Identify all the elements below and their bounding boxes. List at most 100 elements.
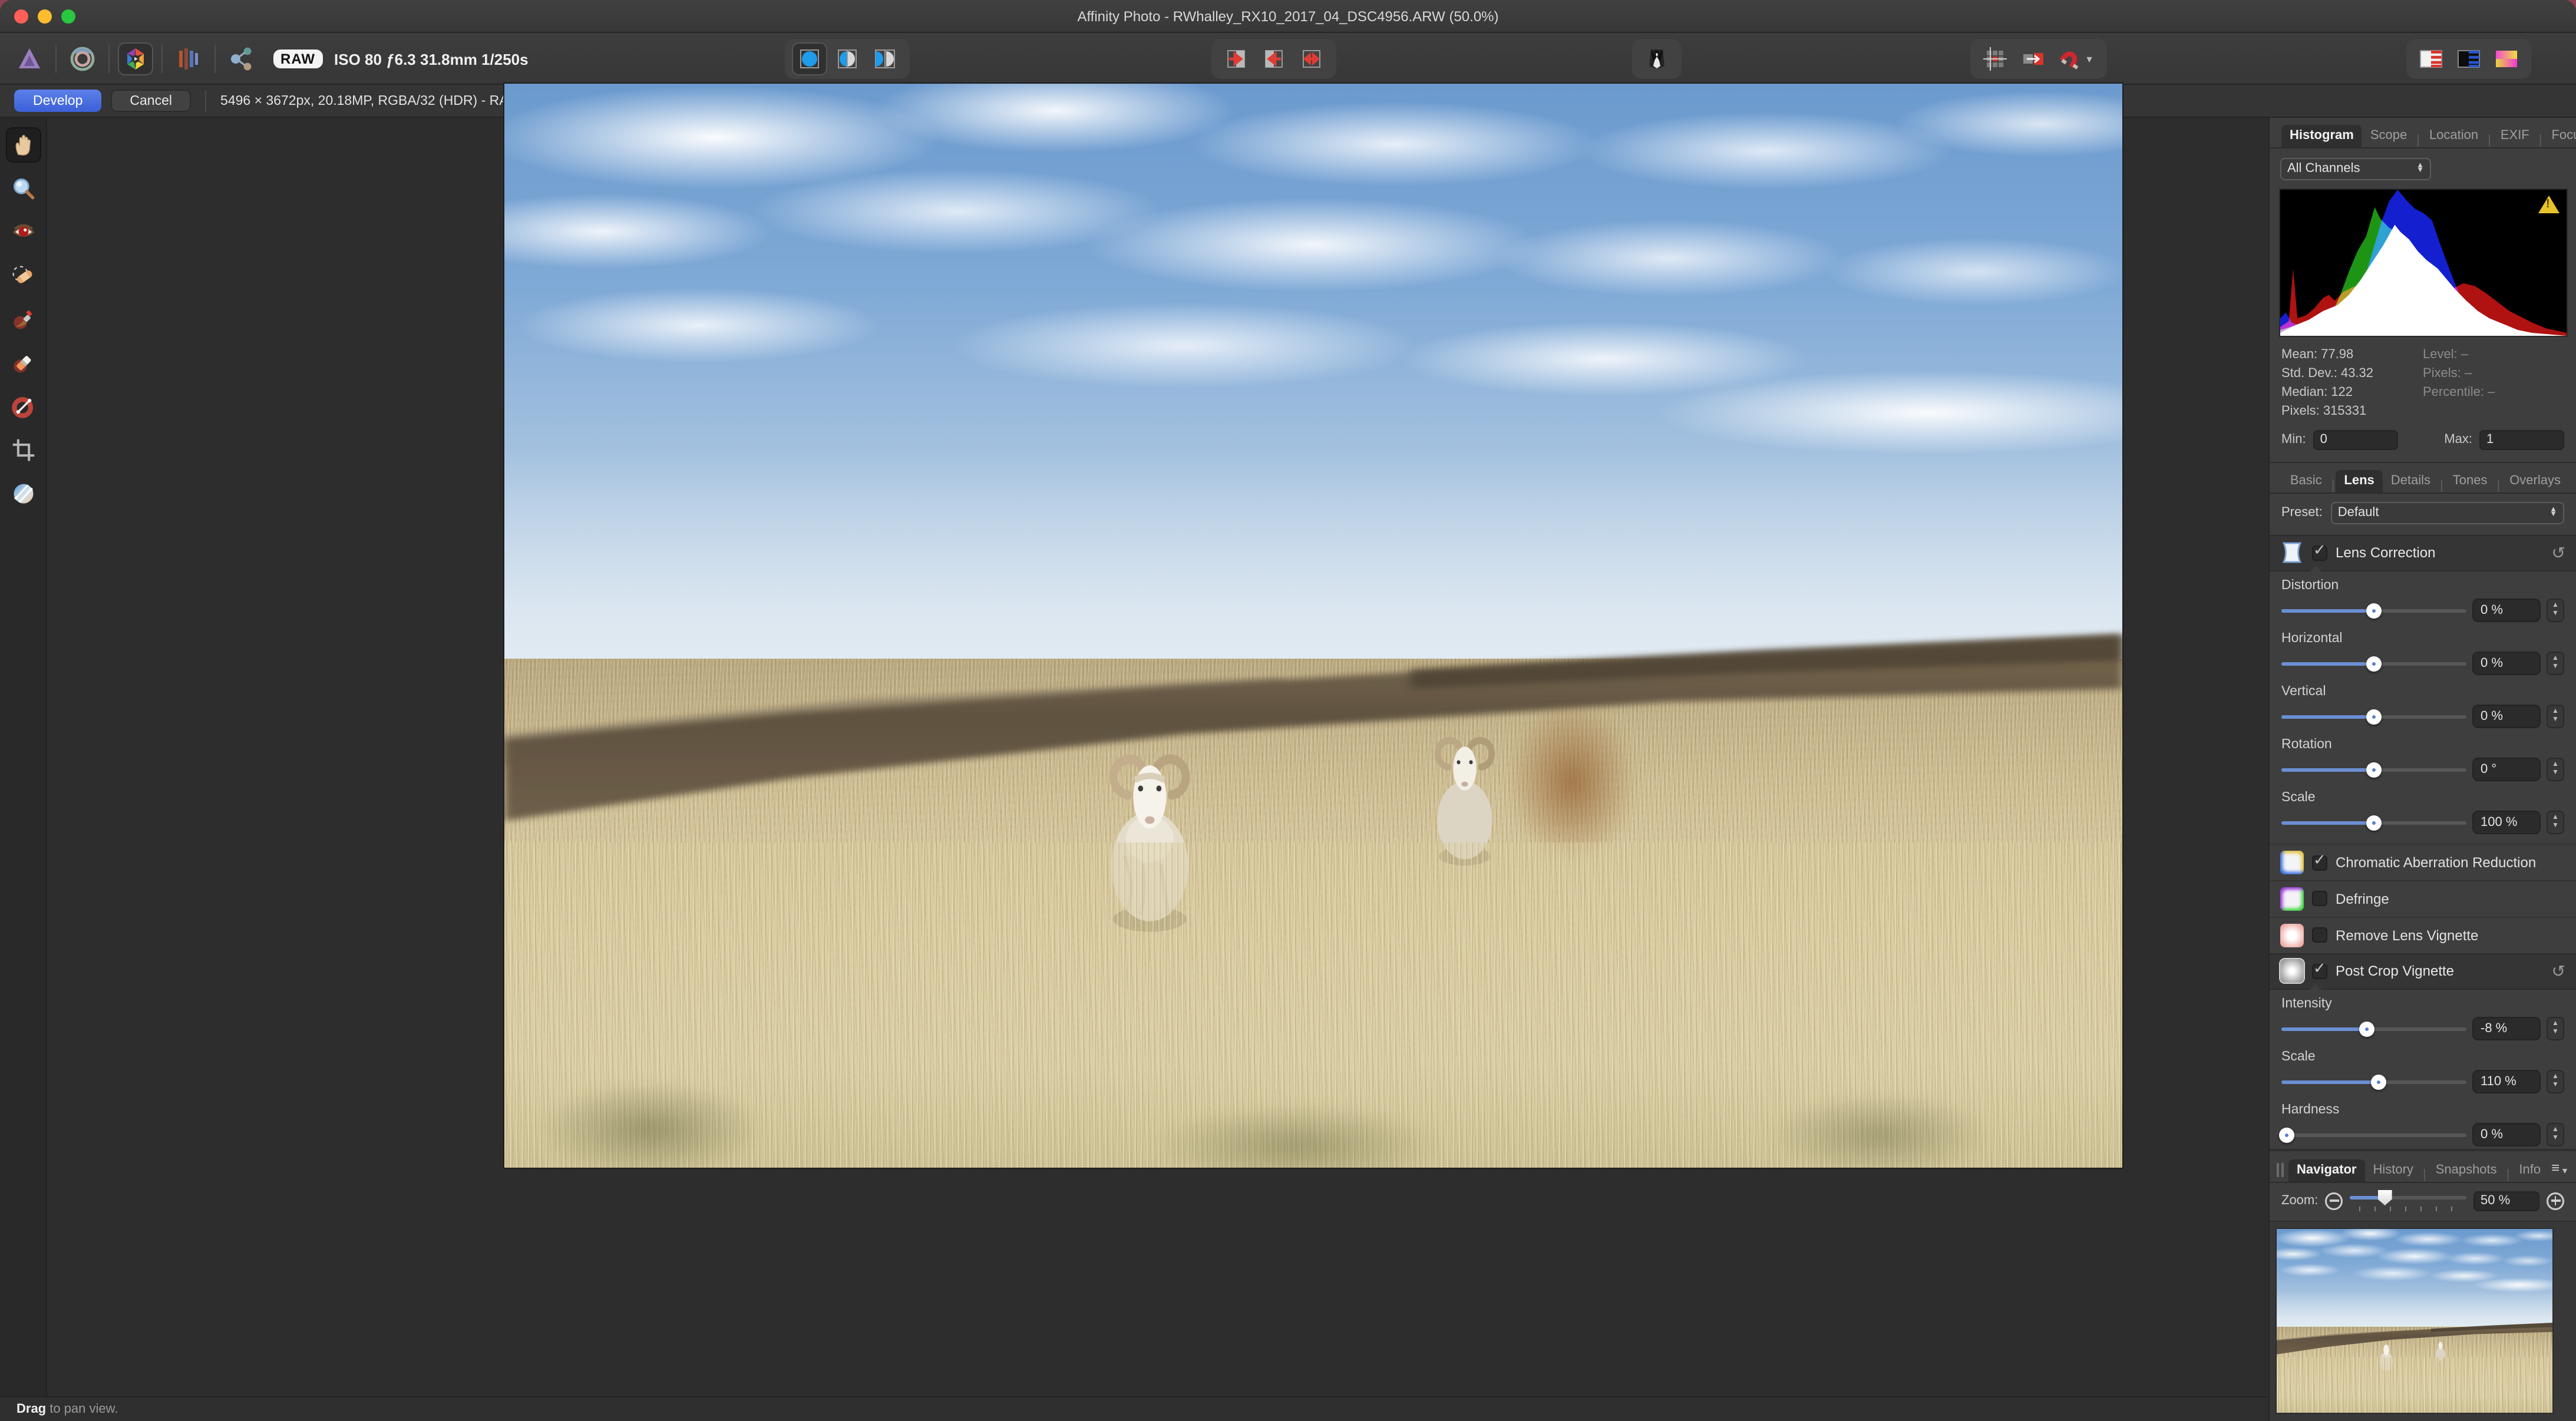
develop-persona-icon[interactable] xyxy=(118,42,153,75)
affinity-photo-logo-icon xyxy=(12,42,47,75)
lens-correction-label: Lens Correction xyxy=(2336,545,2435,561)
tab-tones[interactable]: Tones xyxy=(2445,470,2496,493)
develop-panel-tabs: Basic| Lens Details| Tones| Overlays xyxy=(2270,468,2576,493)
clipped-highlights-icon[interactable] xyxy=(2413,42,2449,75)
tab-details[interactable]: Details xyxy=(2383,470,2439,493)
hardness-value[interactable]: 0 % xyxy=(2472,1123,2541,1146)
intensity-value[interactable]: -8 % xyxy=(2472,1017,2541,1040)
lens-correction-reset-icon[interactable]: ↺ xyxy=(2552,543,2565,563)
min-input[interactable]: 0 xyxy=(2313,429,2398,450)
assistant-icon[interactable] xyxy=(1639,42,1675,75)
intensity-slider[interactable] xyxy=(2281,1017,2466,1040)
scale-value[interactable]: 100 % xyxy=(2472,811,2541,834)
vignette-scale-slider[interactable] xyxy=(2281,1070,2466,1093)
snap-to-pixel-icon[interactable] xyxy=(2015,42,2050,75)
crop-tool-button[interactable] xyxy=(5,432,41,468)
histogram-chart[interactable] xyxy=(2280,189,2567,335)
mean-value: 77.98 xyxy=(2321,347,2353,361)
rotation-value[interactable]: 0 ° xyxy=(2472,758,2541,781)
distortion-slider[interactable] xyxy=(2281,599,2466,622)
preset-selector[interactable]: Default ▲▼ xyxy=(2331,502,2564,524)
vignette-scale-value[interactable]: 110 % xyxy=(2472,1070,2541,1093)
overlay-gradient-tool-button[interactable] xyxy=(5,389,41,424)
horizontal-slider[interactable] xyxy=(2281,652,2466,675)
slider-row-distortion: Distortion 0 % ▲▼ xyxy=(2281,579,2564,622)
lens-correction-checkbox[interactable] xyxy=(2312,546,2327,561)
tab-navigator[interactable]: Navigator xyxy=(2288,1159,2365,1182)
post-crop-vignette-reset-icon[interactable]: ↺ xyxy=(2552,961,2565,982)
tab-info[interactable]: Info xyxy=(2511,1159,2549,1182)
mirror-view-icon[interactable] xyxy=(867,42,903,75)
histogram-stats: Mean:77.98 Std. Dev.:43.32 Median:122 Pi… xyxy=(2281,345,2564,420)
zoom-out-icon[interactable] xyxy=(2325,1192,2343,1209)
horizontal-stepper[interactable]: ▲▼ xyxy=(2547,652,2564,675)
slider-row-intensity: Intensity -8 % ▲▼ xyxy=(2281,997,2564,1040)
split-view-icon[interactable] xyxy=(830,42,865,75)
scale-stepper[interactable]: ▲▼ xyxy=(2547,811,2564,834)
white-balance-icon xyxy=(10,481,36,507)
tab-overlays[interactable]: Overlays xyxy=(2501,470,2569,493)
vertical-value[interactable]: 0 % xyxy=(2472,705,2541,728)
overlay-paint-tool-button[interactable] xyxy=(5,302,41,337)
panel-drag-grip[interactable] xyxy=(2277,1163,2284,1177)
defringe-checkbox[interactable] xyxy=(2312,891,2327,907)
zoom-window-button[interactable] xyxy=(61,9,75,24)
vignette-scale-stepper[interactable]: ▲▼ xyxy=(2547,1070,2564,1093)
horizontal-value[interactable]: 0 % xyxy=(2472,652,2541,675)
cancel-button[interactable]: Cancel xyxy=(111,90,191,112)
zoom-value[interactable]: 50 % xyxy=(2473,1191,2539,1211)
distortion-value[interactable]: 0 % xyxy=(2472,599,2541,622)
tab-snapshots[interactable]: Snapshots xyxy=(2428,1159,2505,1182)
hardness-slider[interactable] xyxy=(2281,1123,2466,1146)
vertical-stepper[interactable]: ▲▼ xyxy=(2547,705,2564,728)
tab-location[interactable]: Location xyxy=(2421,124,2486,147)
snapping-magnet-icon[interactable]: ▼ xyxy=(2053,42,2100,75)
sync-both-icon[interactable] xyxy=(1294,42,1329,75)
tab-history[interactable]: History xyxy=(2365,1159,2422,1182)
clipped-shadows-icon[interactable] xyxy=(2451,42,2486,75)
zoom-slider[interactable] xyxy=(2350,1190,2466,1211)
tab-exif[interactable]: EXIF xyxy=(2492,124,2538,147)
tone-mapping-persona-icon[interactable] xyxy=(171,42,206,75)
channel-selector[interactable]: All Channels ▲▼ xyxy=(2280,157,2431,180)
rotation-slider[interactable] xyxy=(2281,758,2466,781)
zoom-tool-button[interactable] xyxy=(5,171,41,206)
tab-histogram[interactable]: Histogram xyxy=(2281,124,2362,147)
close-window-button[interactable] xyxy=(14,9,28,24)
red-eye-removal-tool-button[interactable] xyxy=(5,214,41,250)
remove-lens-vignette-checkbox[interactable] xyxy=(2312,928,2327,943)
brush-icon xyxy=(10,306,36,332)
overlay-erase-tool-button[interactable] xyxy=(5,345,41,381)
post-crop-vignette-checkbox[interactable] xyxy=(2312,964,2327,979)
single-view-icon[interactable] xyxy=(792,42,827,75)
photo-preview[interactable] xyxy=(504,84,2122,1168)
clipped-tones-icon[interactable] xyxy=(2489,42,2524,75)
minimize-window-button[interactable] xyxy=(38,9,52,24)
show-grid-icon[interactable] xyxy=(1977,42,2013,75)
zoom-in-icon[interactable] xyxy=(2547,1192,2564,1209)
eraser-icon xyxy=(10,350,36,376)
panel-menu-icon[interactable]: ≡▼ xyxy=(2551,1159,2569,1176)
tab-basic[interactable]: Basic xyxy=(2282,470,2330,493)
intensity-stepper[interactable]: ▲▼ xyxy=(2547,1017,2564,1040)
hardness-stepper[interactable]: ▲▼ xyxy=(2547,1123,2564,1146)
tab-scope[interactable]: Scope xyxy=(2362,124,2415,147)
white-balance-tool-button[interactable] xyxy=(5,476,41,511)
tab-focus[interactable]: Focus xyxy=(2543,124,2576,147)
chromatic-aberration-checkbox[interactable] xyxy=(2312,855,2327,870)
view-tool-button[interactable] xyxy=(5,127,41,163)
distortion-stepper[interactable]: ▲▼ xyxy=(2547,599,2564,622)
photo-persona-icon[interactable] xyxy=(65,42,100,75)
develop-button[interactable]: Develop xyxy=(14,90,101,112)
snapping-options-caret[interactable]: ▼ xyxy=(2085,54,2094,64)
sync-after-to-before-icon[interactable] xyxy=(1256,42,1292,75)
navigator-thumbnail[interactable] xyxy=(2277,1229,2552,1413)
sync-before-to-after-icon[interactable] xyxy=(1218,42,1254,75)
tab-lens[interactable]: Lens xyxy=(2336,470,2382,493)
rotation-stepper[interactable]: ▲▼ xyxy=(2547,758,2564,781)
max-input[interactable]: 1 xyxy=(2479,429,2564,450)
vertical-slider[interactable] xyxy=(2281,705,2466,728)
scale-slider[interactable] xyxy=(2281,811,2466,834)
blemish-removal-tool-button[interactable] xyxy=(5,258,41,293)
export-persona-icon[interactable] xyxy=(224,42,259,75)
